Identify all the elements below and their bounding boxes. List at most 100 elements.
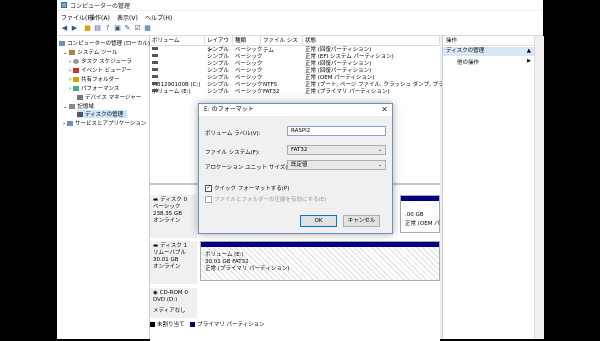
chevron-right-icon[interactable]: ▶ xyxy=(527,58,531,64)
menu-help[interactable]: ヘルプ(H) xyxy=(145,13,172,22)
disk1-name: ディスク 1 xyxy=(160,243,187,249)
properties-icon[interactable]: ▤ xyxy=(93,24,102,33)
table-row[interactable]: シンプル ベーシック 正常 (回復パーティション) xyxy=(150,61,440,68)
cdrom-type: DVD (D:) xyxy=(153,297,178,303)
ok-button[interactable]: OK xyxy=(300,215,337,227)
compression-checkbox[interactable]: ファイルとフォルダーの圧縮を有効にする(E) xyxy=(205,195,326,203)
legend-unallocated-swatch xyxy=(150,322,155,327)
disk1-state: オンライン xyxy=(153,264,181,270)
disk0-part-size: .00 GB xyxy=(405,212,424,218)
tree-services[interactable]: › サービスとアプリケーション xyxy=(63,119,146,127)
title-bar: コンピューターの管理 xyxy=(57,0,543,10)
cell-type: ベーシック xyxy=(235,82,263,88)
dialog-titlebar: E: のフォーマット ✕ xyxy=(199,104,392,116)
column-type[interactable]: 種類 xyxy=(233,36,261,46)
cell-fs: FAT32 xyxy=(263,89,280,95)
disk1-vol-size: 30.01 GB FAT32 xyxy=(205,259,249,265)
tree-system-tools[interactable]: ⌄ システム ツール xyxy=(63,48,117,56)
disk0-oem-partition[interactable]: .00 GB 正常 (OEM パ xyxy=(400,195,440,233)
folder-icon[interactable]: ■ xyxy=(83,24,92,33)
settings-icon[interactable]: ✎ xyxy=(123,24,132,33)
computer-icon xyxy=(59,41,65,46)
disk0-label[interactable]: ▬ ディスク 0 ベーシック 238.35 GB オンライン xyxy=(150,195,197,238)
quick-format-checkbox[interactable]: ✓ クイック フォーマットする(P) xyxy=(205,184,289,192)
cell-type: ベーシック xyxy=(235,89,263,95)
cell-type: ベーシック xyxy=(235,75,263,81)
cell-status: 正常 (回復パーティション) xyxy=(305,68,372,74)
disk0-type: ベーシック xyxy=(153,204,181,210)
vertical-scrollbar[interactable] xyxy=(534,36,544,339)
cell-layout: シンプル xyxy=(207,61,229,67)
partition-bar xyxy=(201,242,439,247)
cdrom-name: CD-ROM 0 xyxy=(159,290,188,296)
navigation-tree: コンピューターの管理 (ローカル) ⌄ システム ツール › タスク スケジュー… xyxy=(57,36,150,339)
disk0-size: 238.35 GB xyxy=(153,211,183,217)
performance-icon xyxy=(72,86,79,91)
table-row[interactable]: TI31290100B (C:) シンプル ベーシック NTFS 正常 (ブート, ペー… xyxy=(150,82,467,89)
filesystem-value: FAT32 xyxy=(291,147,308,153)
close-icon[interactable]: ✕ xyxy=(381,105,388,115)
chevron-down-icon: ⌄ xyxy=(377,147,382,153)
connect-icon[interactable]: ▣ xyxy=(113,24,122,33)
column-status[interactable]: 状態 xyxy=(303,36,440,46)
table-row[interactable]: シンプル ベーシック 正常 (OEM パーティション) xyxy=(150,75,440,82)
tree-shared-folders[interactable]: › 共有フォルダー xyxy=(69,75,119,83)
table-row[interactable]: ボリューム (E:) シンプル ベーシック FAT32 正常 (プライマリ パーティショ… xyxy=(150,89,440,96)
allocation-unit-value: 既定値 xyxy=(291,162,308,168)
cell-volume: ボリューム (E:) xyxy=(152,89,191,96)
collapse-up-icon[interactable]: ▲ xyxy=(527,47,531,56)
operations-other-label: 他の操作 xyxy=(457,60,480,66)
cell-status: 正常 (回復パーティション) xyxy=(305,47,372,53)
storage-icon xyxy=(69,104,76,109)
table-row[interactable]: シンプル ベーシック 正常 (回復パーティション) xyxy=(150,47,440,54)
tree-root[interactable]: コンピューターの管理 (ローカル) xyxy=(59,39,150,47)
tree-view-icon[interactable]: ▦ xyxy=(143,24,152,33)
window-title: コンピューターの管理 xyxy=(70,3,131,10)
forward-arrow-icon[interactable]: ▶ xyxy=(70,24,79,33)
column-filesystem[interactable]: ファイル システム xyxy=(261,36,303,54)
volume-icon xyxy=(152,47,158,50)
disk1-volume-e[interactable]: ボリューム (E:) 30.01 GB FAT32 正常 (プライマリ パーティ… xyxy=(200,241,440,281)
cell-status: 正常 (EFI システム パーティション) xyxy=(305,54,394,60)
operations-other[interactable]: 他の操作 xyxy=(457,58,479,66)
cancel-button[interactable]: キャンセル xyxy=(343,215,380,227)
tree-services-label: サービスとアプリケーション xyxy=(74,121,147,127)
cell-layout: シンプル xyxy=(207,75,229,81)
checkbox-checked-icon[interactable]: ✓ xyxy=(205,185,212,192)
tree-performance[interactable]: › パフォーマンス xyxy=(69,84,119,92)
menu-action[interactable]: 操作(A) xyxy=(89,13,110,22)
filesystem-label: ファイル システム(F): xyxy=(205,150,260,156)
disk1-vol-name: ボリューム (E:) xyxy=(205,252,244,258)
cdrom-label[interactable]: ◉ CD-ROM 0 DVD (D:) メディアなし xyxy=(150,288,197,318)
cell-layout: シンプル xyxy=(207,89,229,95)
table-row[interactable]: シンプル ベーシック 正常 (回復パーティション) xyxy=(150,68,440,75)
cell-layout: シンプル xyxy=(207,68,229,74)
cdrom-media: メディアなし xyxy=(153,308,186,314)
tree-event-viewer[interactable]: › イベント ビューアー xyxy=(69,66,132,74)
checklist-icon[interactable]: ☑ xyxy=(133,24,142,33)
tree-performance-label: パフォーマンス xyxy=(80,86,120,92)
column-volume[interactable]: ボリューム xyxy=(150,36,205,46)
disk1-vol-status: 正常 (プライマリ パーティション) xyxy=(205,266,290,272)
tree-disk-management[interactable]: ディスクの管理 xyxy=(77,110,128,118)
operations-disk-management[interactable]: ディスクの管理 ▲ xyxy=(443,47,535,56)
volume-icon xyxy=(152,89,158,92)
allocation-unit-select[interactable]: 既定値 ⌄ xyxy=(287,160,386,170)
event-viewer-icon xyxy=(72,68,79,73)
disk1-label[interactable]: ▬ ディスク 1 リムーバブル 30.01 GB オンライン xyxy=(150,241,197,284)
cell-status: 正常 (プライマリ パーティション) xyxy=(305,89,390,95)
menu-bar: ファイル(F) 操作(A) 表示(V) ヘルプ(H) xyxy=(57,11,543,22)
menu-view[interactable]: 表示(V) xyxy=(117,13,138,22)
column-layout[interactable]: レイアウト xyxy=(205,36,233,54)
tree-storage[interactable]: ⌄ 記憶域 xyxy=(63,102,94,110)
tree-device-manager[interactable]: デバイス マネージャー xyxy=(77,93,141,101)
back-arrow-icon[interactable]: ◀ xyxy=(60,24,69,33)
checkbox-empty-icon[interactable] xyxy=(205,196,212,203)
dialog-title: E: のフォーマット xyxy=(204,106,254,113)
volume-label-input[interactable]: RASPI2 xyxy=(287,126,386,136)
help-icon[interactable]: ? xyxy=(103,24,112,33)
table-row[interactable]: シンプル ベーシック 正常 (EFI システム パーティション) xyxy=(150,54,440,61)
filesystem-select[interactable]: FAT32 ⌄ xyxy=(287,145,386,155)
tree-task-scheduler[interactable]: › タスク スケジューラ xyxy=(69,57,132,65)
shared-folder-icon xyxy=(72,77,79,82)
